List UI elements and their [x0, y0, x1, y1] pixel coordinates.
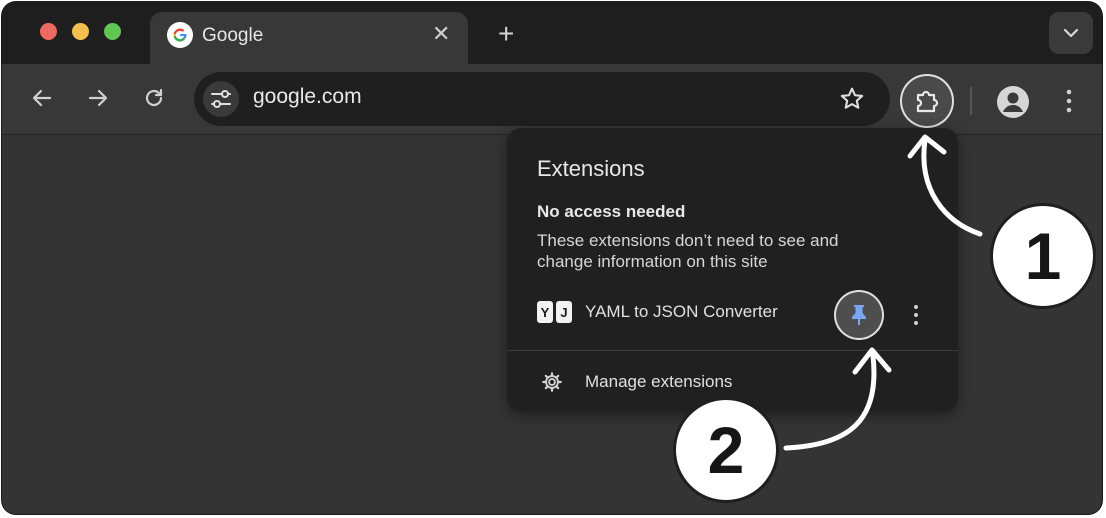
callout-step-2: 2: [673, 397, 779, 503]
callout-arrows: [783, 134, 983, 451]
callout-step-1: 1: [990, 203, 1096, 309]
